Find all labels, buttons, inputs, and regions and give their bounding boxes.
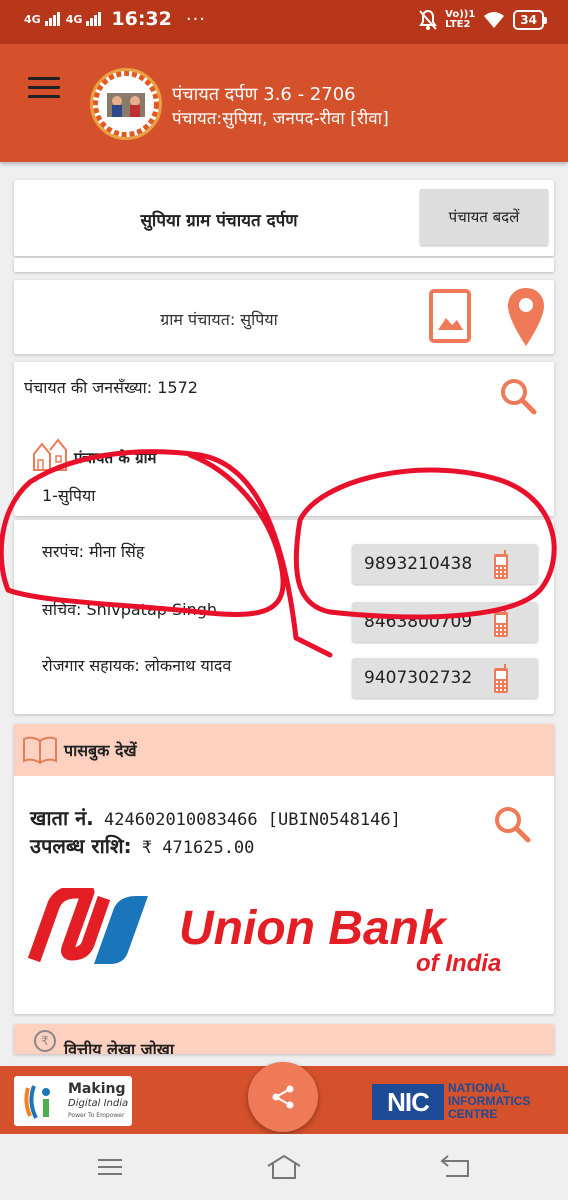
location-pin-icon[interactable] [506, 286, 546, 348]
villages-heading: पंचायत के ग्राम [74, 449, 157, 467]
panchayat-info-card: पंचायत की जनसँख्या: 1572 पंचायत के ग्राम… [14, 362, 554, 516]
mobile-phone-icon [494, 664, 508, 693]
clock: 16:32 [111, 8, 172, 30]
population-text: पंचायत की जनसँख्या: 1572 [24, 378, 198, 397]
di-tagline: Power To Empower [68, 1112, 125, 1119]
lte-label: LTE2 [445, 19, 471, 30]
rozgar-sahayak-phone-button[interactable]: 9407302732 [352, 658, 538, 698]
app-subtitle: पंचायत:सुपिया, जनपद-रीवा [रीवा] [172, 109, 389, 129]
account-number: 424602010083466 [UBIN0548146] [104, 810, 401, 830]
phone-number: 8463800709 [364, 612, 473, 632]
system-nav-bar [0, 1134, 568, 1200]
book-icon [23, 736, 57, 764]
bank-name: Union Bank [179, 902, 448, 955]
financial-section-label: वित्तीय लेखा जोखा [64, 1040, 174, 1054]
di-digital-india-text: Digital India [68, 1098, 129, 1109]
signal-icon [86, 12, 102, 26]
rozgar-sahayak-name: रोजगार सहायक: लोकनाथ यादव [42, 656, 232, 675]
account-label: खाता नं. [30, 806, 94, 830]
gram-panchayat-name: ग्राम पंचायत: सुपिया [160, 310, 278, 329]
battery-icon: 34 [513, 10, 547, 30]
signal-icon [44, 12, 60, 26]
sachiv-phone-button[interactable]: 8463800709 [352, 602, 538, 642]
account-number-row: खाता नं. 424602010083466 [UBIN0548146] [30, 804, 401, 831]
di-making-text: Making [68, 1081, 126, 1097]
app-title: पंचायत दर्पण 3.6 - 2706 [172, 84, 356, 105]
share-icon [272, 1085, 294, 1109]
union-bank-logo: Union Bank of India [27, 888, 501, 977]
village-icon [33, 438, 67, 471]
sachiv-name: सचिव: Shivpatap Singh [42, 600, 218, 619]
wifi-icon [484, 12, 505, 28]
balance-amount: ₹ 471625.00 [141, 838, 255, 858]
nic-text: NATIONAL INFORMATICS CENTRE [448, 1081, 531, 1121]
sarpanch-phone-button[interactable]: 9893210438 [352, 544, 538, 584]
panchayat-logo [90, 68, 162, 140]
mute-notification-icon [419, 9, 437, 30]
digital-india-emblem [24, 1085, 50, 1119]
change-panchayat-button[interactable]: पंचायत बदलें [420, 189, 548, 245]
share-button[interactable] [248, 1062, 318, 1132]
village-item: 1-सुपिया [42, 486, 96, 505]
phone-number: 9893210438 [364, 554, 473, 574]
phone-number: 9407302732 [364, 668, 473, 688]
panchayat-darpan-title: सुपिया ग्राम पंचायत दर्पण [140, 211, 298, 231]
nav-home-icon[interactable] [264, 1152, 304, 1182]
balance-label: उपलब्ध राशि: [30, 834, 132, 858]
nav-menu-icon[interactable] [90, 1152, 130, 1182]
nav-back-icon[interactable] [436, 1152, 476, 1182]
nic-logo-mark: NIC [372, 1084, 444, 1120]
rupee-icon: ₹ [34, 1030, 56, 1052]
panchayat-header-card: सुपिया ग्राम पंचायत दर्पण पंचायत बदलें [14, 180, 554, 256]
card-divider [14, 258, 554, 272]
app-bar: पंचायत दर्पण 3.6 - 2706 पंचायत:सुपिया, ज… [0, 44, 568, 162]
search-icon[interactable] [498, 376, 538, 416]
digital-india-logo[interactable]: Making Digital India Power To Empower [14, 1076, 132, 1126]
status-bar: 4G 4G 16:32 ··· Vo))1 LTE2 34 [0, 0, 568, 44]
gram-panchayat-card: ग्राम पंचायत: सुपिया [14, 280, 554, 354]
financial-section-header[interactable]: ₹ वित्तीय लेखा जोखा [14, 1024, 554, 1054]
mobile-phone-icon [494, 550, 508, 579]
volte-indicator: Vo))1 LTE2 [445, 10, 475, 30]
balance-row: उपलब्ध राशि: ₹ 471625.00 [30, 832, 254, 859]
menu-icon[interactable] [28, 77, 60, 99]
mobile-phone-icon [494, 608, 508, 637]
bank-name-sub: of India [416, 950, 501, 977]
search-icon[interactable] [492, 804, 532, 844]
nic-logo[interactable]: NIC NATIONAL INFORMATICS CENTRE [372, 1080, 562, 1122]
view-passbook-header[interactable]: पासबुक देखें [14, 724, 554, 776]
image-icon[interactable] [428, 288, 472, 344]
footer-bar: Making Digital India Power To Empower NI… [0, 1062, 568, 1134]
network-type-1: 4G [24, 12, 41, 26]
sarpanch-name: सरपंच: मीना सिंह [42, 542, 145, 561]
passbook-card: पासबुक देखें खाता नं. 424602010083466 [U… [14, 724, 554, 1014]
officials-card: सरपंच: मीना सिंह 9893210438 सचिव: Shivpa… [14, 520, 554, 714]
more-notifications-icon: ··· [185, 8, 207, 30]
view-passbook-label: पासबुक देखें [64, 741, 137, 760]
network-type-2: 4G [65, 12, 83, 26]
